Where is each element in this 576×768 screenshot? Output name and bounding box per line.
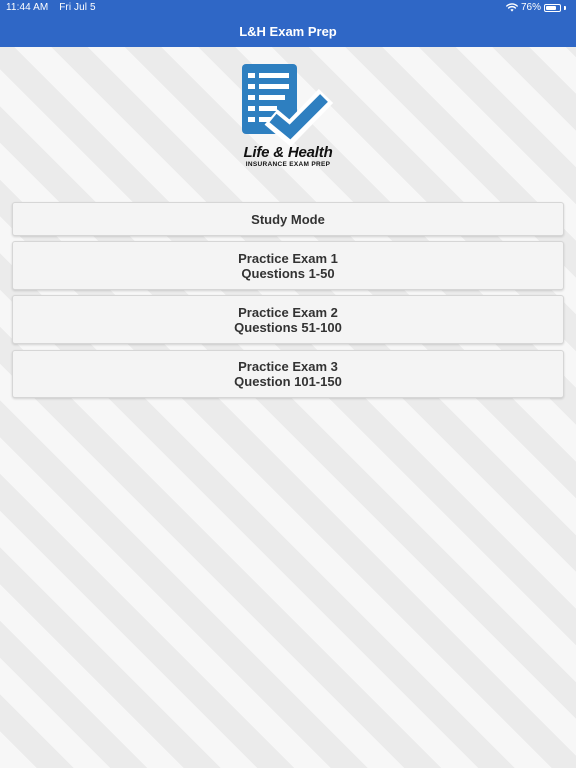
top-bar: 11:44 AM Fri Jul 5 76% L&H Exam Prep <box>0 0 576 47</box>
status-time: 11:44 AM <box>6 2 49 13</box>
battery-icon <box>544 3 561 12</box>
battery-percent: 76% <box>520 2 541 13</box>
practice-exam-1-button[interactable]: Practice Exam 1 Questions 1-50 <box>12 241 564 290</box>
wifi-icon <box>506 3 518 12</box>
study-mode-label: Study Mode <box>251 211 325 227</box>
logo-title: Life & Health <box>243 144 333 161</box>
logo-text: Life & Health INSURANCE EXAM PREP <box>222 145 354 169</box>
practice-exam-3-button[interactable]: Practice Exam 3 Question 101-150 <box>12 350 564 398</box>
status-bar-left: 11:44 AM Fri Jul 5 <box>6 2 104 13</box>
exam-1-title: Practice Exam 1 <box>238 250 338 266</box>
battery-cap <box>564 5 566 10</box>
practice-exam-2-button[interactable]: Practice Exam 2 Questions 51-100 <box>12 295 564 344</box>
logo-subtitle: INSURANCE EXAM PREP <box>245 161 331 168</box>
exam-1-range: Questions 1-50 <box>241 265 335 281</box>
exam-3-range: Question 101-150 <box>234 374 342 389</box>
exam-2-title: Practice Exam 2 <box>238 304 338 320</box>
exam-3-title: Practice Exam 3 <box>238 359 338 374</box>
status-bar-right: 76% <box>506 2 566 13</box>
study-mode-button[interactable]: Study Mode <box>12 202 564 236</box>
battery-level-fill <box>546 5 556 10</box>
exam-2-range: Questions 51-100 <box>234 319 342 335</box>
nav-title: L&H Exam Prep <box>239 24 337 39</box>
status-date: Fri Jul 5 <box>59 2 96 13</box>
